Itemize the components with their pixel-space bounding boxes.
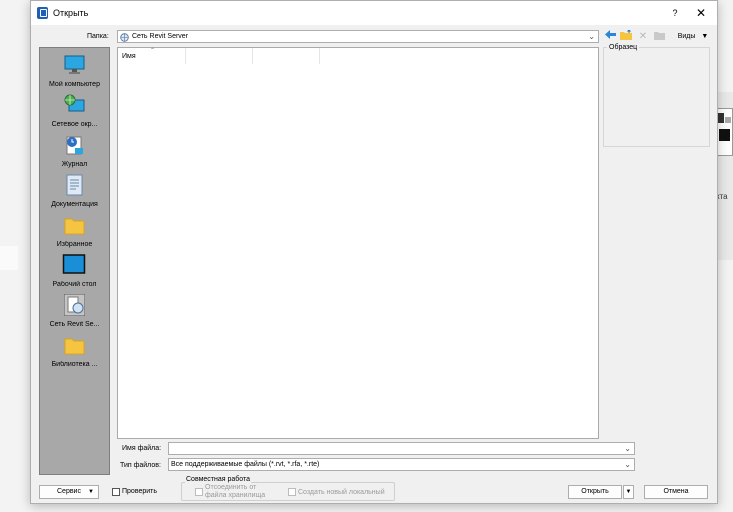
- folder-up-icon: [620, 29, 632, 40]
- folder-dropdown[interactable]: Сеть Revit Server ⌄: [117, 30, 599, 43]
- column-header[interactable]: [320, 48, 387, 64]
- computer-icon: [64, 55, 85, 74]
- delete-button[interactable]: ✕: [637, 30, 649, 44]
- place-desktop[interactable]: Рабочий стол: [40, 252, 109, 292]
- chevron-down-icon: ⌄: [588, 32, 595, 41]
- preview-label: Образец: [607, 44, 640, 51]
- back-button[interactable]: [603, 30, 617, 44]
- title-bar: Открыть ? ✕: [31, 1, 717, 25]
- place-library[interactable]: Библиотека ...: [40, 332, 109, 372]
- caret-down-icon: ▼: [701, 33, 709, 40]
- open-dialog: Открыть ? ✕ Папка: Сеть Revit Server ⌄ ✕…: [30, 0, 718, 504]
- network-small-icon: [120, 33, 129, 42]
- favorites-folder-icon: [64, 218, 85, 235]
- place-network[interactable]: Сетевое окр...: [40, 92, 109, 132]
- documents-icon: [66, 174, 83, 196]
- column-header[interactable]: [253, 48, 320, 64]
- help-button[interactable]: ?: [665, 5, 685, 21]
- file-name-label: Имя файла:: [122, 445, 162, 452]
- detach-label: Отсоединить от файла хранилища: [205, 484, 266, 499]
- caret-down-icon: ▼: [625, 489, 632, 495]
- desktop-icon: [62, 254, 86, 274]
- folder-value: Сеть Revit Server: [132, 33, 189, 40]
- place-label: Избранное: [56, 241, 93, 248]
- caret-down-icon: ▼: [88, 489, 94, 495]
- folder-label: Папка:: [87, 33, 109, 40]
- place-label: Сетевое окр...: [51, 121, 98, 128]
- new-folder-icon: [653, 32, 665, 40]
- views-menu-button[interactable]: Виды ▼: [671, 30, 715, 44]
- verify-checkbox[interactable]: [112, 488, 120, 496]
- place-my-computer[interactable]: Мой компьютер: [40, 52, 109, 92]
- detach-checkbox[interactable]: [195, 488, 203, 496]
- file-name-input[interactable]: ⌄: [168, 442, 635, 455]
- place-history[interactable]: Журнал: [40, 132, 109, 172]
- collaboration-group-label: Совместная работа: [185, 476, 252, 483]
- open-button[interactable]: Открыть: [568, 485, 622, 499]
- places-bar: Мой компьютер Сетевое окр... Журнал Доку…: [39, 47, 110, 475]
- place-revit-server[interactable]: Сеть Revit Se...: [40, 292, 109, 332]
- place-favorites[interactable]: Избранное: [40, 212, 109, 252]
- views-label: Виды: [677, 33, 696, 40]
- service-label: Сервис: [57, 488, 81, 495]
- column-header[interactable]: [186, 48, 253, 64]
- place-label: Журнал: [61, 161, 88, 168]
- open-dropdown-button[interactable]: ▼: [623, 485, 634, 499]
- library-folder-icon: [64, 338, 85, 355]
- place-label: Библиотека ...: [51, 361, 98, 368]
- close-button[interactable]: ✕: [691, 5, 711, 21]
- revit-server-icon: [64, 294, 85, 316]
- column-header-label: Имя: [122, 53, 136, 60]
- file-list[interactable]: ⌃ Имя: [117, 47, 599, 439]
- place-documents[interactable]: Документация: [40, 172, 109, 212]
- verify-label: Проверить: [122, 488, 158, 495]
- chevron-down-icon: ⌄: [624, 444, 631, 453]
- file-type-select[interactable]: Все поддерживаемые файлы (*.rvt, *.rfa, …: [168, 458, 635, 471]
- background-panel: [0, 246, 18, 270]
- file-type-value: Все поддерживаемые файлы (*.rvt, *.rfa, …: [171, 461, 320, 468]
- sort-arrow-icon: ⌃: [150, 48, 156, 54]
- revit-app-icon: [37, 7, 48, 19]
- place-label: Мой компьютер: [49, 81, 100, 88]
- service-menu-button[interactable]: Сервис ▼: [39, 485, 99, 499]
- back-arrow-icon: [604, 30, 616, 39]
- cancel-button[interactable]: Отмена: [644, 485, 708, 499]
- place-label: Сеть Revit Se...: [49, 321, 100, 328]
- network-icon: [64, 94, 85, 112]
- column-header-name[interactable]: ⌃ Имя: [118, 48, 186, 64]
- create-local-checkbox[interactable]: [288, 488, 296, 496]
- up-folder-button[interactable]: [619, 29, 633, 44]
- new-folder-button[interactable]: [652, 30, 666, 44]
- history-icon: [66, 136, 83, 155]
- preview-panel: [603, 47, 710, 147]
- file-type-label: Тип файлов:: [120, 462, 161, 469]
- create-local-label: Создать новый локальный: [298, 489, 385, 496]
- chevron-down-icon: ⌄: [624, 460, 631, 469]
- dialog-title: Открыть: [53, 8, 89, 18]
- place-label: Документация: [51, 201, 98, 208]
- delete-icon: ✕: [638, 31, 648, 42]
- place-label: Рабочий стол: [52, 281, 97, 288]
